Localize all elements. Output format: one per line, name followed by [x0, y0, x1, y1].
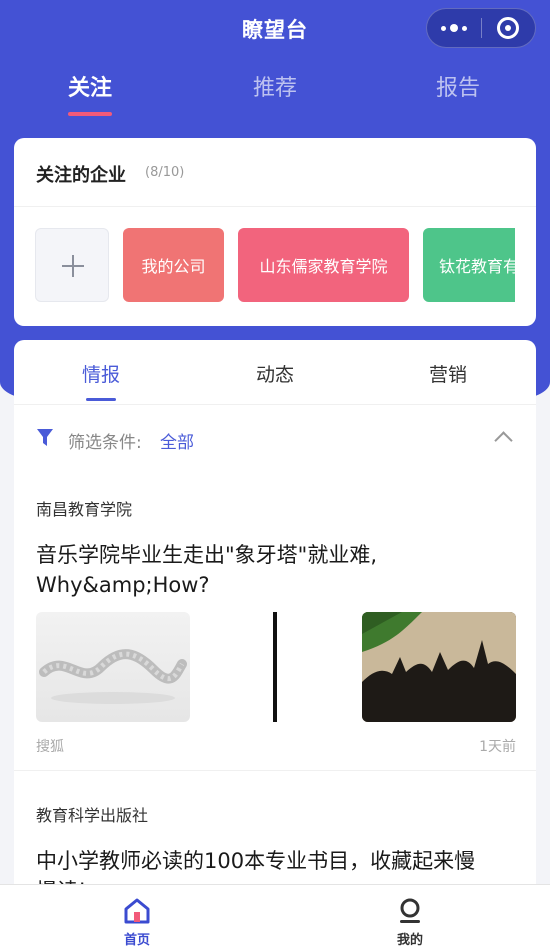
- nav-profile[interactable]: 我的: [350, 885, 470, 951]
- mini-program-capsule: [426, 8, 536, 48]
- profile-icon: [400, 898, 420, 923]
- followed-companies-card: 关注的企业 (8/10) 我的公司 山东儒家教育学院 钛花教育有: [14, 138, 536, 326]
- tab-recommend[interactable]: 推荐: [215, 70, 335, 102]
- more-dots-icon: [440, 24, 467, 32]
- feed-card: 情报 动态 营销 筛选条件: 全部 南昌教育学院 音乐学院毕业生走出"象牙塔"就…: [14, 340, 536, 903]
- filter-value[interactable]: 全部: [160, 428, 194, 453]
- tab-marketing[interactable]: 营销: [388, 360, 508, 387]
- tab-intelligence[interactable]: 情报: [41, 360, 161, 387]
- filter-label: 筛选条件:: [68, 433, 142, 453]
- article-time: 1天前: [479, 739, 516, 755]
- divider: [14, 404, 536, 405]
- article-meta: 搜狐 1天前: [36, 736, 516, 760]
- company-chip[interactable]: 我的公司: [123, 228, 224, 302]
- company-chip[interactable]: 山东儒家教育学院: [238, 228, 409, 302]
- divider: [14, 770, 536, 771]
- more-button[interactable]: [427, 8, 481, 48]
- tab-updates[interactable]: 动态: [215, 360, 335, 387]
- bottom-navigation: 首页 我的: [0, 884, 550, 951]
- filter-row[interactable]: 筛选条件: 全部: [36, 426, 516, 453]
- active-subtab-indicator: [86, 398, 116, 401]
- tab-follow[interactable]: 关注: [30, 70, 150, 102]
- article-media: 搜狐: [36, 739, 64, 755]
- company-chip-row[interactable]: 我的公司 山东儒家教育学院 钛花教育有: [35, 228, 515, 302]
- filter-icon: [37, 429, 53, 446]
- company-chip[interactable]: 钛花教育有: [423, 228, 515, 302]
- nav-profile-label: 我的: [396, 933, 423, 948]
- article-source: 教育科学出版社: [36, 806, 149, 825]
- article-image-3d-wave[interactable]: [36, 612, 190, 722]
- followed-companies-title: 关注的企业: [36, 165, 126, 186]
- home-icon: [124, 898, 150, 924]
- followed-count: (8/10): [145, 165, 185, 180]
- nav-home-label: 首页: [123, 933, 150, 948]
- article-source: 南昌教育学院: [36, 500, 133, 519]
- image-separator: [273, 612, 277, 722]
- article-image-silhouettes[interactable]: [362, 612, 516, 722]
- article-images: [36, 612, 516, 722]
- headline-line: 中小学教师必读的100本专业书目，收藏起来慢: [36, 849, 476, 873]
- add-company-button[interactable]: [35, 228, 109, 302]
- active-tab-indicator: [68, 112, 112, 116]
- tab-report[interactable]: 报告: [398, 70, 518, 102]
- target-icon: [497, 17, 520, 39]
- chevron-up-icon[interactable]: [494, 431, 513, 450]
- article-headline[interactable]: 音乐学院毕业生走出"象牙塔"就业难, Why&amp;How?: [36, 540, 516, 600]
- headline-line: Why&amp;How?: [36, 573, 210, 597]
- article-item[interactable]: 南昌教育学院 音乐学院毕业生走出"象牙塔"就业难, Why&amp;How? 搜…: [36, 496, 516, 760]
- top-tab-bar: 关注 推荐 报告: [0, 70, 550, 120]
- nav-home[interactable]: 首页: [77, 885, 197, 951]
- divider: [14, 206, 536, 207]
- headline-line: 音乐学院毕业生走出"象牙塔"就业难,: [36, 543, 377, 567]
- close-button[interactable]: [481, 8, 535, 48]
